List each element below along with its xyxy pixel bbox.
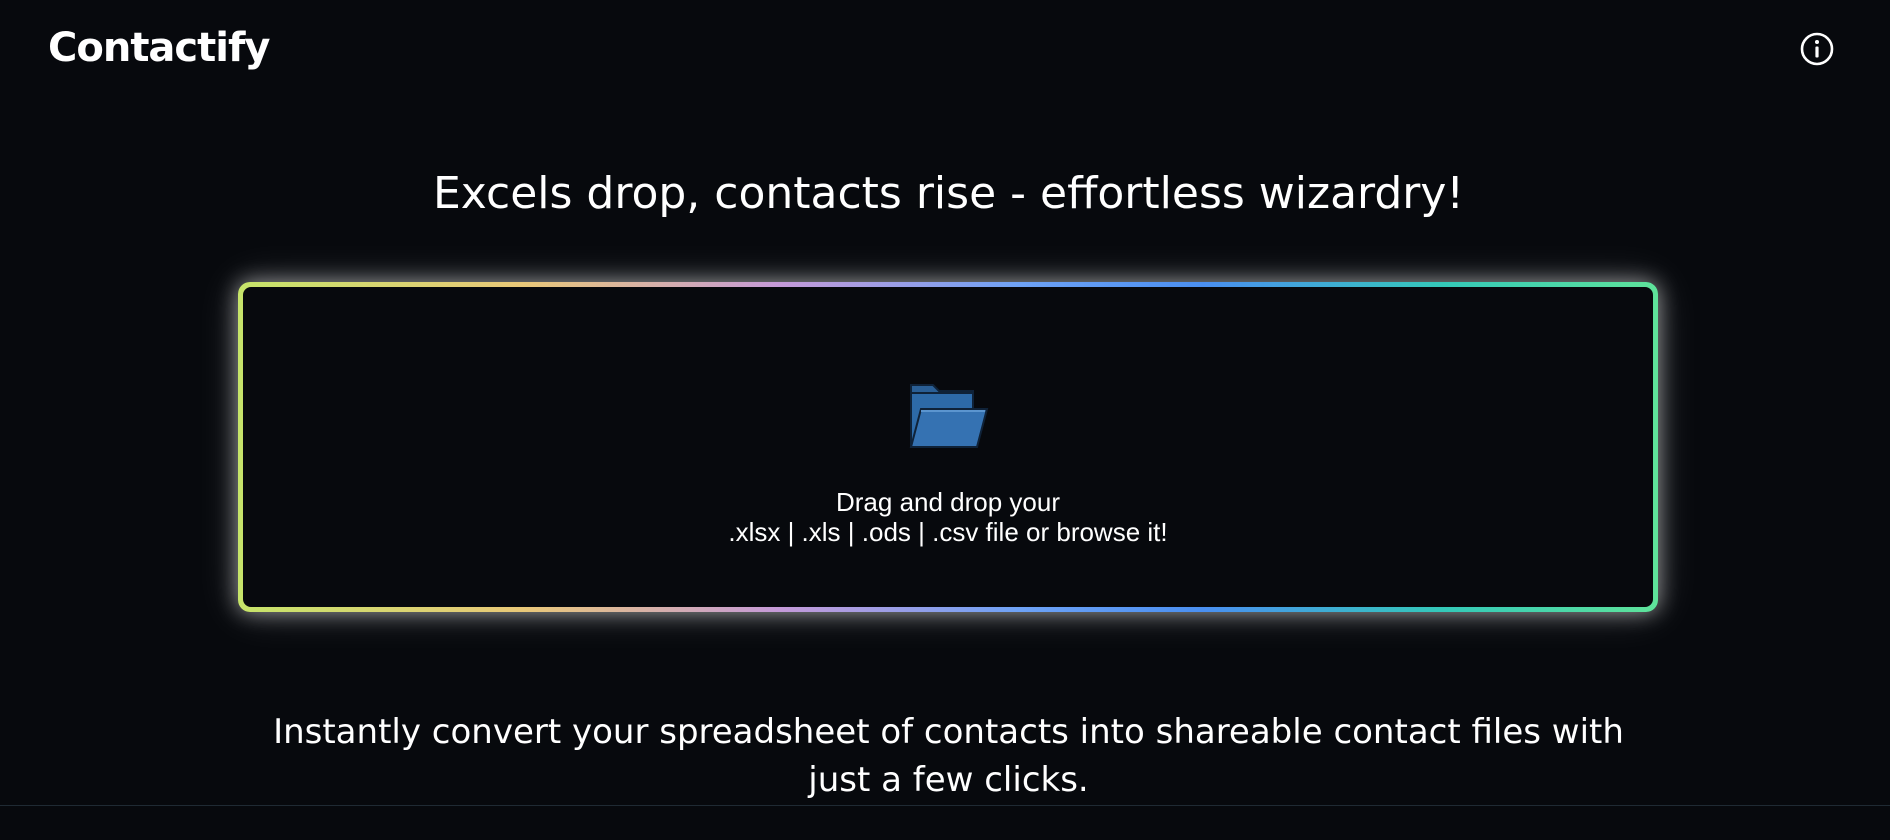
page-tagline: Instantly convert your spreadsheet of co… — [0, 708, 1890, 804]
app-page: Contactify Excels drop, contacts rise - … — [0, 0, 1890, 840]
info-icon — [1800, 32, 1834, 66]
dropzone-file-types: .xlsx | .xls | .ods | .csv file or brows… — [728, 517, 1168, 547]
page-headline: Excels drop, contacts rise - effortless … — [432, 168, 1465, 219]
app-logo[interactable]: Contactify — [48, 18, 270, 78]
dropzone-instruction: Drag and drop your — [835, 487, 1061, 517]
tagline-line-2: just a few clicks. — [808, 760, 1089, 800]
dropzone-inner[interactable]: Drag and drop your .xlsx | .xls | .ods |… — [243, 287, 1653, 607]
tagline-line-1: Instantly convert your spreadsheet of co… — [273, 712, 1624, 752]
open-folder-icon — [909, 384, 989, 448]
file-dropzone[interactable]: Drag and drop your .xlsx | .xls | .ods |… — [238, 282, 1658, 612]
footer-strip — [0, 806, 1890, 840]
info-button[interactable] — [1798, 30, 1836, 68]
